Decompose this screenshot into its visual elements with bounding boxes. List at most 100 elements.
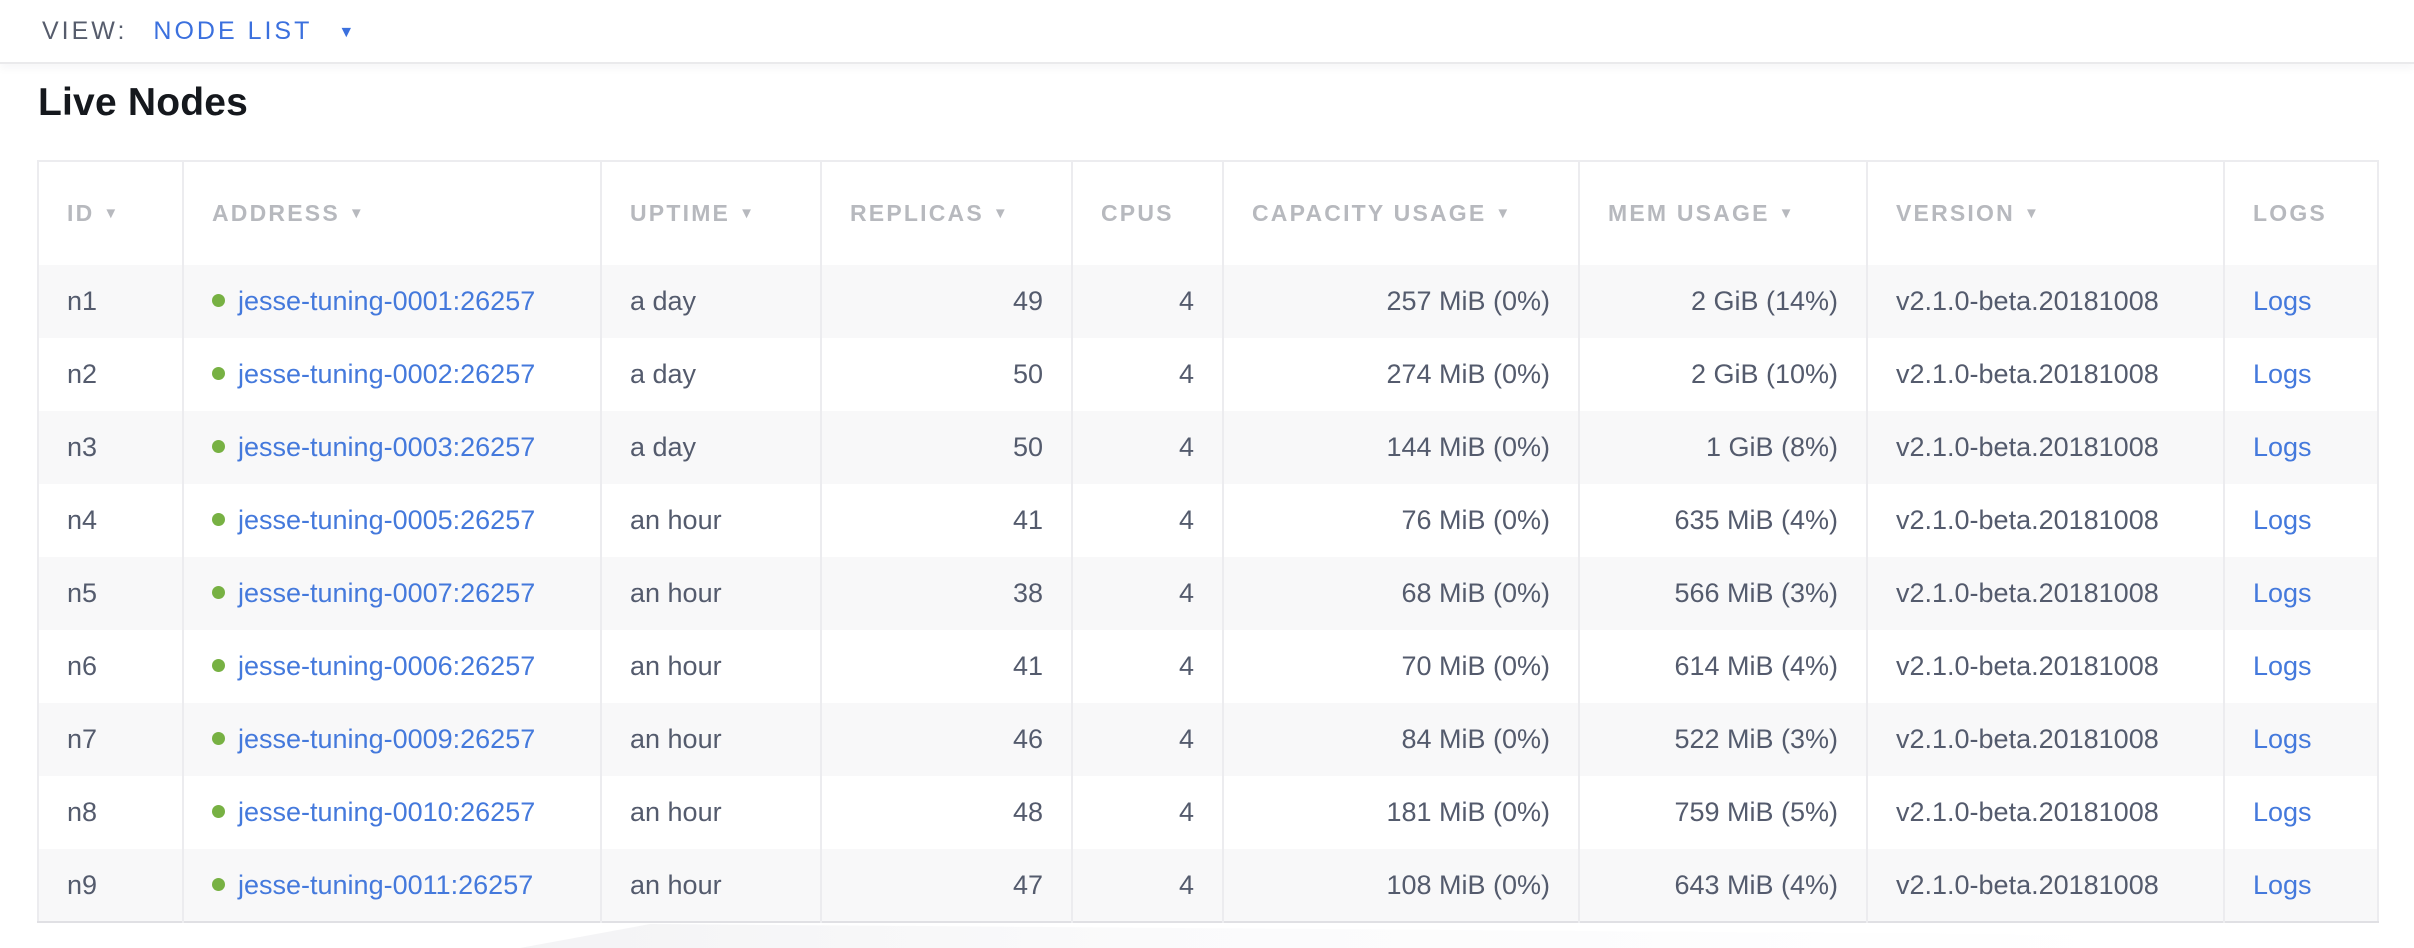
column-label: LOGS <box>2253 200 2327 226</box>
node-address-link[interactable]: jesse-tuning-0005:26257 <box>238 505 535 535</box>
node-cpus: 4 <box>1072 703 1223 776</box>
node-uptime: an hour <box>601 776 821 849</box>
node-replicas: 46 <box>821 703 1072 776</box>
node-logs-link[interactable]: Logs <box>2253 578 2312 608</box>
table-row: n6 jesse-tuning-0006:26257 an hour 41 4 … <box>38 630 2378 703</box>
node-address-cell: jesse-tuning-0003:26257 <box>183 411 601 484</box>
node-id: n1 <box>38 265 183 338</box>
node-logs-link[interactable]: Logs <box>2253 432 2312 462</box>
node-capacity-usage: 68 MiB (0%) <box>1223 557 1579 630</box>
node-logs-cell: Logs <box>2224 776 2378 849</box>
node-version: v2.1.0-beta.20181008 <box>1867 484 2224 557</box>
node-address-cell: jesse-tuning-0006:26257 <box>183 630 601 703</box>
node-replicas: 41 <box>821 484 1072 557</box>
column-label: MEM USAGE <box>1608 200 1770 226</box>
node-mem-usage: 643 MiB (4%) <box>1579 849 1867 922</box>
sort-arrow-icon: ▼ <box>349 205 364 222</box>
node-replicas: 41 <box>821 630 1072 703</box>
node-uptime: an hour <box>601 484 821 557</box>
column-header-address[interactable]: ADDRESS ▼ <box>183 161 601 265</box>
node-mem-usage: 614 MiB (4%) <box>1579 630 1867 703</box>
column-label: ID <box>67 200 94 226</box>
column-header-mem-usage[interactable]: MEM USAGE ▼ <box>1579 161 1867 265</box>
node-uptime: a day <box>601 265 821 338</box>
table-row: n7 jesse-tuning-0009:26257 an hour 46 4 … <box>38 703 2378 776</box>
sort-arrow-icon: ▼ <box>103 205 118 222</box>
node-mem-usage: 2 GiB (14%) <box>1579 265 1867 338</box>
node-logs-cell: Logs <box>2224 703 2378 776</box>
node-replicas: 50 <box>821 411 1072 484</box>
node-address-link[interactable]: jesse-tuning-0007:26257 <box>238 578 535 608</box>
node-address-cell: jesse-tuning-0001:26257 <box>183 265 601 338</box>
node-logs-link[interactable]: Logs <box>2253 724 2312 754</box>
node-logs-cell: Logs <box>2224 411 2378 484</box>
node-version: v2.1.0-beta.20181008 <box>1867 338 2224 411</box>
node-address-link[interactable]: jesse-tuning-0011:26257 <box>238 870 533 900</box>
page-bottom-shade <box>520 924 2414 948</box>
node-logs-link[interactable]: Logs <box>2253 505 2312 535</box>
node-uptime: an hour <box>601 849 821 922</box>
column-label: CPUS <box>1101 200 1174 226</box>
node-id: n4 <box>38 484 183 557</box>
node-live-status-icon <box>212 513 225 526</box>
column-header-uptime[interactable]: UPTIME ▼ <box>601 161 821 265</box>
node-live-status-icon <box>212 586 225 599</box>
node-logs-cell: Logs <box>2224 484 2378 557</box>
node-mem-usage: 522 MiB (3%) <box>1579 703 1867 776</box>
page-title: Live Nodes <box>0 64 2414 124</box>
node-logs-cell: Logs <box>2224 630 2378 703</box>
node-mem-usage: 635 MiB (4%) <box>1579 484 1867 557</box>
node-id: n8 <box>38 776 183 849</box>
node-version: v2.1.0-beta.20181008 <box>1867 630 2224 703</box>
table-row: n4 jesse-tuning-0005:26257 an hour 41 4 … <box>38 484 2378 557</box>
node-address-link[interactable]: jesse-tuning-0009:26257 <box>238 724 535 754</box>
node-capacity-usage: 84 MiB (0%) <box>1223 703 1579 776</box>
node-version: v2.1.0-beta.20181008 <box>1867 265 2224 338</box>
node-version: v2.1.0-beta.20181008 <box>1867 849 2224 922</box>
table-row: n9 jesse-tuning-0011:26257 an hour 47 4 … <box>38 849 2378 922</box>
sort-arrow-icon: ▼ <box>739 205 754 222</box>
node-address-cell: jesse-tuning-0009:26257 <box>183 703 601 776</box>
sort-arrow-icon: ▼ <box>1779 205 1794 222</box>
node-id: n5 <box>38 557 183 630</box>
column-header-capacity-usage[interactable]: CAPACITY USAGE▼ <box>1223 161 1579 265</box>
node-capacity-usage: 76 MiB (0%) <box>1223 484 1579 557</box>
node-version: v2.1.0-beta.20181008 <box>1867 557 2224 630</box>
node-version: v2.1.0-beta.20181008 <box>1867 776 2224 849</box>
node-cpus: 4 <box>1072 557 1223 630</box>
node-replicas: 48 <box>821 776 1072 849</box>
node-logs-link[interactable]: Logs <box>2253 870 2312 900</box>
view-selector-dropdown[interactable]: NODE LIST ▼ <box>153 17 354 46</box>
node-live-status-icon <box>212 294 225 307</box>
node-address-link[interactable]: jesse-tuning-0002:26257 <box>238 359 535 389</box>
node-cpus: 4 <box>1072 849 1223 922</box>
node-logs-link[interactable]: Logs <box>2253 286 2312 316</box>
column-header-replicas[interactable]: REPLICAS▼ <box>821 161 1072 265</box>
node-version: v2.1.0-beta.20181008 <box>1867 703 2224 776</box>
node-replicas: 49 <box>821 265 1072 338</box>
node-logs-cell: Logs <box>2224 557 2378 630</box>
node-address-link[interactable]: jesse-tuning-0003:26257 <box>238 432 535 462</box>
column-label: UPTIME <box>630 200 730 226</box>
node-cpus: 4 <box>1072 411 1223 484</box>
node-logs-link[interactable]: Logs <box>2253 797 2312 827</box>
column-header-cpus: CPUS <box>1072 161 1223 265</box>
node-capacity-usage: 181 MiB (0%) <box>1223 776 1579 849</box>
node-uptime: an hour <box>601 703 821 776</box>
node-address-link[interactable]: jesse-tuning-0010:26257 <box>238 797 535 827</box>
node-capacity-usage: 274 MiB (0%) <box>1223 338 1579 411</box>
node-address-link[interactable]: jesse-tuning-0001:26257 <box>238 286 535 316</box>
node-version: v2.1.0-beta.20181008 <box>1867 411 2224 484</box>
column-header-version[interactable]: VERSION▼ <box>1867 161 2224 265</box>
node-address-link[interactable]: jesse-tuning-0006:26257 <box>238 651 535 681</box>
table-row: n5 jesse-tuning-0007:26257 an hour 38 4 … <box>38 557 2378 630</box>
node-cpus: 4 <box>1072 776 1223 849</box>
node-logs-link[interactable]: Logs <box>2253 651 2312 681</box>
live-nodes-page: VIEW: NODE LIST ▼ Live Nodes ID▼ ADDRESS… <box>0 0 2414 923</box>
column-header-id[interactable]: ID ▼ <box>38 161 183 265</box>
node-logs-link[interactable]: Logs <box>2253 359 2312 389</box>
table-row: n2 jesse-tuning-0002:26257 a day 50 4 27… <box>38 338 2378 411</box>
column-label: ADDRESS <box>212 200 340 226</box>
node-address-cell: jesse-tuning-0007:26257 <box>183 557 601 630</box>
node-live-status-icon <box>212 659 225 672</box>
